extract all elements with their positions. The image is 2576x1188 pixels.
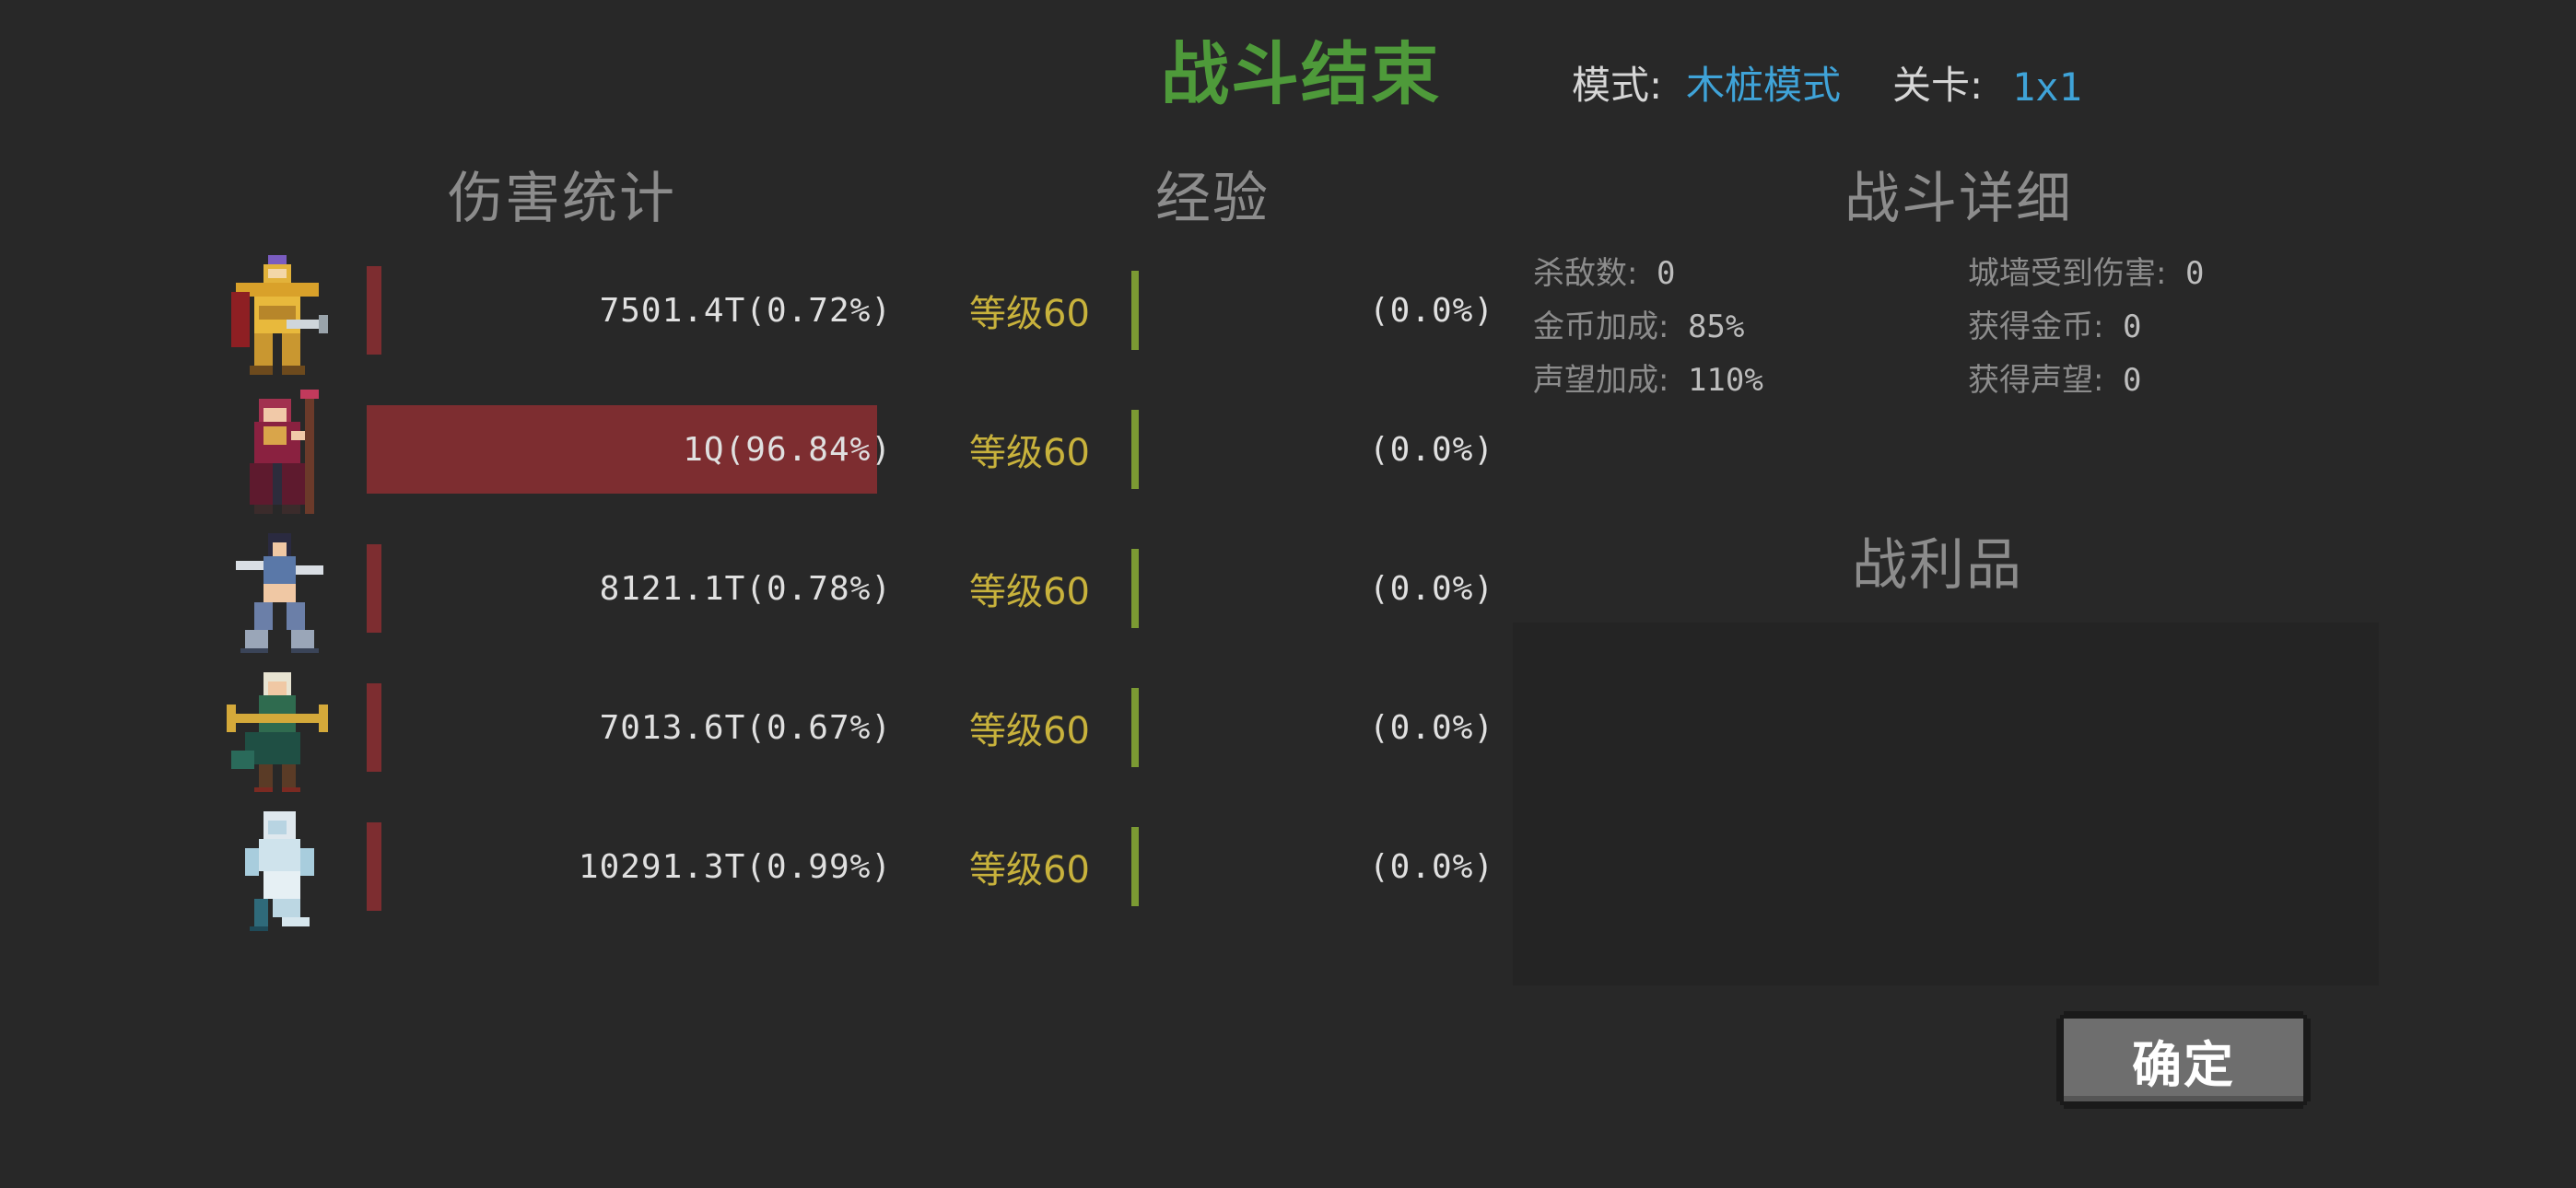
fame-gained-label: 获得声望: [1968, 362, 2104, 399]
damage-bar-fill [367, 683, 381, 772]
crimson-mage-icon [217, 390, 337, 518]
fame-bonus-value: 110% [1687, 362, 1763, 399]
hero-level: 等级60 [969, 849, 1090, 891]
damage-bar: 10291.3T(0.99%) [367, 822, 894, 911]
gold-gained-stat: 获得金币: 0 [1968, 311, 2141, 343]
damage-value: 10291.3T(0.99%) [578, 847, 892, 886]
exp-bar: (0.0%) [1131, 410, 1500, 489]
kills-stat: 杀敌数: 0 [1533, 258, 1675, 289]
fame-bonus-stat: 声望加成: 110% [1533, 365, 1763, 396]
exp-bar-fill [1131, 827, 1139, 906]
damage-value: 7501.4T(0.72%) [599, 291, 892, 330]
exp-value: (0.0%) [1368, 847, 1494, 886]
gold-gained-value: 0 [2122, 309, 2142, 345]
damage-value: 1Q(96.84%) [683, 430, 892, 469]
hero-row: 7501.4T(0.72%) 等级60 (0.0%) [0, 250, 1511, 389]
hero-level: 等级60 [969, 432, 1090, 474]
exp-value: (0.0%) [1368, 291, 1494, 330]
kills-value: 0 [1656, 255, 1676, 292]
hero-level: 等级60 [969, 293, 1090, 335]
fame-bonus-label: 声望加成: [1533, 362, 1669, 399]
damage-bar: 8121.1T(0.78%) [367, 544, 894, 633]
hero-level: 等级60 [969, 571, 1090, 613]
hero-level: 等级60 [969, 710, 1090, 752]
stage-value: 1x1 [2012, 64, 2082, 110]
exp-bar-fill [1131, 410, 1139, 489]
damage-bar: 7501.4T(0.72%) [367, 266, 894, 355]
wall-damage-value: 0 [2184, 255, 2205, 292]
battle-details-heading: 战斗详细 [1844, 167, 2073, 231]
exp-bar-fill [1131, 688, 1139, 767]
exp-bar-fill [1131, 549, 1139, 628]
stage-label: 关卡: [1892, 63, 1984, 108]
battle-end-title: 战斗结束 [1161, 35, 1441, 114]
golden-knight-icon [217, 250, 337, 379]
blade-dancer-icon [217, 529, 337, 658]
damage-bar: 1Q(96.84%) [367, 405, 894, 494]
gold-gained-label: 获得金币: [1968, 309, 2104, 345]
hero-row: 1Q(96.84%) 等级60 (0.0%) [0, 390, 1511, 528]
exp-bar: (0.0%) [1131, 827, 1500, 906]
damage-bar-fill [367, 266, 381, 355]
mode-value: 木桩模式 [1686, 63, 1842, 108]
confirm-button[interactable]: 确定 [2056, 1011, 2311, 1109]
loot-panel [1513, 623, 2379, 985]
damage-value: 8121.1T(0.78%) [599, 569, 892, 608]
exp-value: (0.0%) [1368, 430, 1494, 469]
elf-archer-icon [217, 668, 337, 797]
exp-value: (0.0%) [1368, 569, 1494, 608]
fame-gained-stat: 获得声望: 0 [1968, 365, 2141, 396]
confirm-button-label: 确定 [2064, 1019, 2303, 1101]
hero-row: 10291.3T(0.99%) 等级60 (0.0%) [0, 807, 1511, 945]
exp-bar-fill [1131, 271, 1139, 350]
exp-bar: (0.0%) [1131, 549, 1500, 628]
damage-value: 7013.6T(0.67%) [599, 708, 892, 747]
exp-bar: (0.0%) [1131, 271, 1500, 350]
fame-gained-value: 0 [2122, 362, 2142, 399]
hero-row: 8121.1T(0.78%) 等级60 (0.0%) [0, 529, 1511, 667]
exp-value: (0.0%) [1368, 708, 1494, 747]
wall-damage-label: 城墙受到伤害: [1968, 255, 2167, 292]
gold-bonus-stat: 金币加成: 85% [1533, 311, 1744, 343]
gold-bonus-label: 金币加成: [1533, 309, 1669, 345]
damage-bar: 7013.6T(0.67%) [367, 683, 894, 772]
gold-bonus-value: 85% [1687, 309, 1745, 345]
damage-stats-heading: 伤害统计 [448, 167, 676, 231]
exp-bar: (0.0%) [1131, 688, 1500, 767]
kills-label: 杀敌数: [1533, 255, 1638, 292]
damage-bar-fill [367, 544, 381, 633]
ice-spirit-icon [217, 807, 337, 936]
damage-bar-fill [367, 822, 381, 911]
loot-heading: 战利品 [1852, 533, 2023, 598]
mode-label: 模式: [1572, 63, 1663, 108]
experience-heading: 经验 [1155, 167, 1270, 231]
wall-damage-stat: 城墙受到伤害: 0 [1968, 258, 2204, 289]
hero-row: 7013.6T(0.67%) 等级60 (0.0%) [0, 668, 1511, 806]
